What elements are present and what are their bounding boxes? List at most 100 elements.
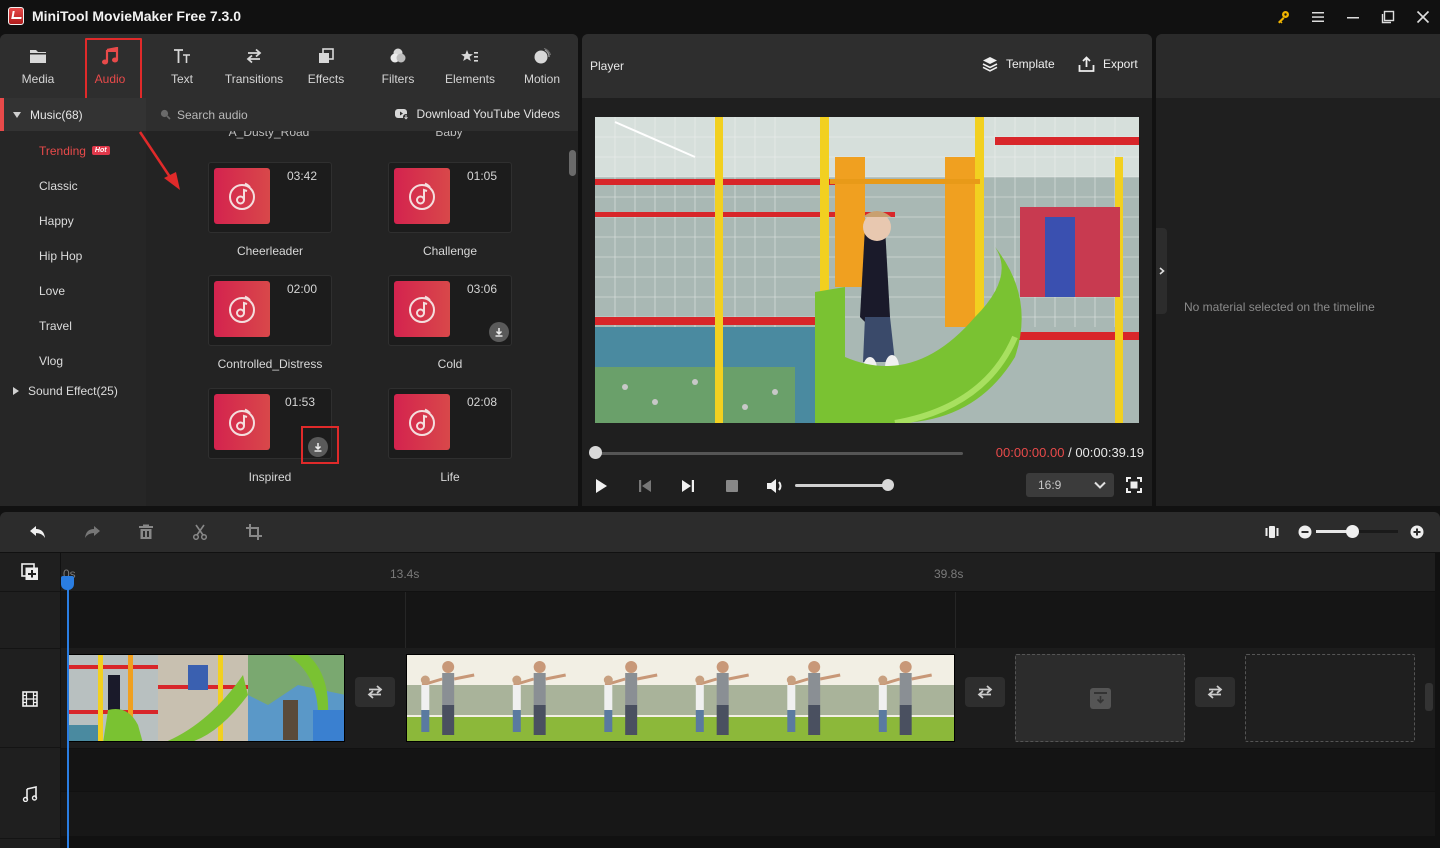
timeline-scroll-handle[interactable] [1425,683,1433,711]
tab-label: Filters [381,72,415,86]
overlay-track[interactable] [61,592,1435,648]
play-button[interactable] [590,476,612,496]
transition-slot-button[interactable] [965,677,1005,707]
tab-audio[interactable]: Audio [74,34,146,103]
fullscreen-icon[interactable] [1125,476,1143,494]
zoom-out-button[interactable] [1295,522,1315,542]
export-button[interactable]: Export [1078,56,1138,72]
split-button[interactable] [190,522,210,542]
category-sound-effect[interactable]: Sound Effect(25) [0,378,146,404]
minimize-icon[interactable] [1335,0,1370,33]
category-label: Classic [39,178,78,193]
tab-motion[interactable]: Motion [506,34,578,98]
zoom-out-icon [1298,525,1312,539]
audio-list-scrollbar[interactable] [569,150,576,176]
transition-icon [367,685,383,699]
app-logo-icon [8,7,24,25]
volume-slider-knob[interactable] [882,479,894,491]
fit-timeline-button[interactable] [1262,522,1282,542]
category-trending[interactable]: Trending Hot [0,133,146,168]
drop-media-placeholder[interactable] [1015,654,1185,742]
playhead-handle[interactable] [61,576,74,590]
category-music[interactable]: Music(68) [0,98,146,131]
transition-slot-button[interactable] [1195,677,1235,707]
track-name: Life [440,470,460,484]
audio-card-controlled-distress[interactable]: 02:00 [208,275,332,346]
skip-back-icon [639,480,651,492]
close-icon[interactable] [1405,0,1440,33]
maximize-icon[interactable] [1370,0,1405,33]
audio-card-challenge[interactable]: 01:05 [388,162,512,233]
ruler-label: 39.8s [934,567,964,581]
undo-icon [30,526,45,538]
volume-button[interactable] [764,476,786,496]
tab-transitions[interactable]: Transitions [218,34,290,98]
volume-slider-track[interactable] [795,484,890,487]
previous-frame-button[interactable] [634,476,656,496]
audio-track[interactable] [61,749,1435,791]
tab-label: Text [170,72,193,86]
audio-card-life[interactable]: 02:08 [388,388,512,459]
timeline-zoom-knob[interactable] [1346,525,1359,538]
track-name: Inspired [248,470,292,484]
ruler-label: 13.4s [390,567,420,581]
download-icon[interactable] [489,322,509,342]
category-love[interactable]: Love [0,273,146,308]
category-hip-hop[interactable]: Hip Hop [0,238,146,273]
tab-text[interactable]: Text [146,34,218,98]
transition-slot-button[interactable] [355,677,395,707]
category-travel[interactable]: Travel [0,308,146,343]
add-track-button[interactable] [0,553,60,592]
delete-button[interactable] [136,522,156,542]
hot-badge: Hot [91,146,110,155]
audio-grid: A_Dusty_Road Baby 03:42 Cheerleader 01:0… [146,131,566,506]
aspect-ratio-select[interactable]: 16:9 [1026,473,1114,497]
category-label: Sound Effect(25) [28,384,118,398]
video-clip-playground[interactable] [67,654,345,742]
template-button[interactable]: Template [982,56,1055,72]
tab-media[interactable]: Media [2,34,74,98]
playback-progress-knob[interactable] [589,446,602,459]
tab-filters[interactable]: Filters [362,34,434,98]
download-youtube-button[interactable]: Download YouTube Videos [394,107,560,121]
crop-button[interactable] [244,522,264,542]
menu-icon[interactable] [1300,0,1335,33]
category-happy[interactable]: Happy [0,203,146,238]
time-separator: / [1064,445,1076,460]
track-duration: 02:08 [466,395,497,409]
track-headers [0,553,60,848]
player-title: Player [590,59,625,73]
youtube-download-icon [394,109,409,120]
tab-elements[interactable]: Elements [434,34,506,98]
next-frame-button[interactable] [677,476,699,496]
track-name: Cold [437,357,463,371]
key-icon[interactable] [1265,0,1300,33]
window-controls [1265,0,1440,33]
audio-card-cold[interactable]: 03:06 [388,275,512,346]
redo-button[interactable] [82,522,102,542]
tab-label: Motion [523,72,561,86]
category-label: Love [39,283,66,298]
category-classic[interactable]: Classic [0,168,146,203]
properties-collapse-button[interactable] [1156,228,1167,314]
stop-button[interactable] [721,476,743,496]
zoom-in-button[interactable] [1407,522,1427,542]
download-youtube-label: Download YouTube Videos [416,107,560,121]
empty-clip-placeholder[interactable] [1245,654,1415,742]
video-preview[interactable] [595,117,1139,423]
category-vlog[interactable]: Vlog [0,343,146,378]
clip-thumbnails [407,655,954,741]
audio-card-cheerleader[interactable]: 03:42 [208,162,332,233]
timeline-ruler[interactable]: 0s 13.4s 39.8s [61,553,1435,591]
clip-frame [590,655,682,741]
search-audio-input[interactable]: Search audio [177,108,248,122]
playback-progress-track[interactable] [595,452,963,455]
audio-track-lower[interactable] [61,792,1435,836]
player-panel: Player Template Export 00:00:00.00 / 00:… [582,34,1152,506]
volume-icon [767,479,782,493]
undo-button[interactable] [28,522,48,542]
music-disc-icon [394,281,450,337]
export-icon [1078,56,1095,72]
video-clip-kids-running[interactable] [406,654,955,742]
tab-effects[interactable]: Effects [290,34,362,98]
